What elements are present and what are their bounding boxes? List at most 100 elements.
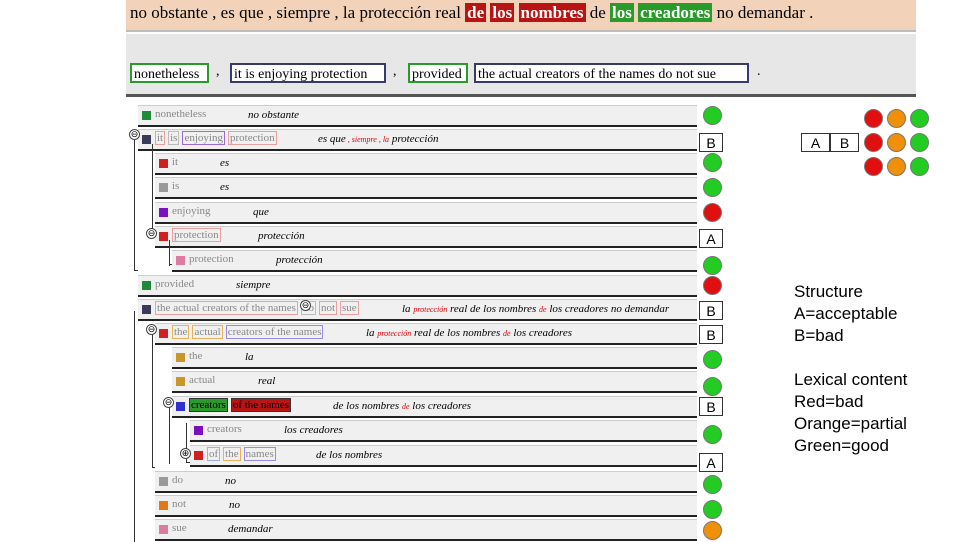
tree-row[interactable]: nonetheless no obstante (138, 105, 697, 127)
source-highlight: creadores (638, 3, 713, 22)
structure-label: A (699, 229, 723, 248)
lexical-status-dot (703, 276, 722, 295)
phrase-word: sue (172, 522, 187, 534)
target-separator: , (216, 64, 220, 79)
target-chunk[interactable]: nonetheless (130, 63, 209, 83)
source-phrase: it is enjoying protection (155, 131, 280, 145)
legend-lexical-orange: Orange=partial (794, 414, 907, 433)
toggle-icon[interactable]: ⊖ (146, 324, 157, 335)
toggle-icon[interactable]: ⊖ (300, 300, 311, 311)
lexical-status-dot (703, 203, 722, 222)
tree-connector (152, 467, 155, 468)
tree-row[interactable]: the actual creators of the namesdonotsue… (138, 299, 697, 321)
tree-row[interactable]: it is enjoying protection es que , siempre ,… (138, 129, 697, 151)
key-dot (887, 133, 906, 152)
source-highlight: los (490, 3, 515, 22)
translation-word: es que (318, 133, 346, 145)
phrase-word: protection (189, 253, 234, 265)
tree-row[interactable]: protection protección (172, 250, 697, 272)
tree-row[interactable]: sue demandar (155, 519, 697, 541)
color-swatch (194, 451, 203, 460)
color-swatch (159, 329, 168, 338)
tree-row[interactable]: do no (155, 471, 697, 493)
color-swatch (176, 353, 185, 362)
phrase-word: the (189, 350, 203, 362)
legend-lexical-red: Red=bad (794, 392, 864, 411)
tree-row[interactable]: creators of the names de los nombres de lo… (172, 396, 697, 418)
key-dot (864, 133, 883, 152)
translation-word: de (539, 305, 547, 314)
source-phrase: is (172, 180, 179, 192)
lexical-status-dot (703, 350, 722, 369)
legend-lexical-green: Green=good (794, 436, 889, 455)
target-separator: , (393, 64, 397, 79)
toggle-icon[interactable]: ⊖ (129, 129, 140, 140)
translation: la (245, 351, 254, 363)
tree-row[interactable]: the la (172, 347, 697, 369)
translation-word: los creadores no demandar (546, 303, 670, 315)
lexical-status-dot (703, 178, 722, 197)
toggle-icon[interactable]: ⊖ (146, 228, 157, 239)
phrase-word: not (318, 301, 338, 315)
translation-word: no obstante (248, 109, 300, 121)
translation: es (220, 181, 229, 193)
translation-word: no (229, 499, 240, 511)
translation: la protección real de los nombres de los… (366, 327, 572, 339)
translation-word: real de los nombres (447, 303, 539, 315)
target-chunk[interactable]: provided (408, 63, 468, 83)
tree-row[interactable]: actual real (172, 371, 697, 393)
source-phrase: the (189, 350, 202, 362)
translation-word: que (253, 206, 269, 218)
phrase-word: it (172, 156, 179, 168)
translation-word: protección (377, 329, 412, 338)
translation: protección (276, 254, 323, 266)
translation: de los nombres (316, 449, 382, 461)
lexical-status-dot (703, 153, 722, 172)
source-text: de (585, 3, 611, 22)
translation: que (253, 206, 269, 218)
tree-connector (152, 334, 153, 468)
source-phrase: enjoying (172, 205, 211, 217)
translation-word: de los nombres (316, 449, 383, 461)
phrase-word: not (172, 498, 187, 510)
key-dot (910, 133, 929, 152)
tree-row[interactable]: not no (155, 495, 697, 517)
translation-word: demandar (228, 523, 273, 535)
phrase-word: is (172, 180, 180, 192)
color-swatch (159, 159, 168, 168)
source-phrase: creators of the names (189, 398, 294, 412)
translation: no (229, 499, 240, 511)
legend-structure-title: Structure (794, 282, 863, 301)
phrase-word: actual (192, 325, 223, 339)
tree-row[interactable]: is es (155, 177, 697, 199)
source-phrase: the actual creators of the names (172, 325, 326, 339)
tree-connector (186, 462, 190, 463)
structure-label: A (699, 453, 723, 472)
phrase-word: is (168, 131, 180, 145)
phrase-word: the actual creators of the names (155, 301, 298, 315)
translation-word: los creadores (284, 424, 343, 436)
phrase-word: provided (155, 278, 195, 290)
source-phrase: protection (172, 228, 224, 242)
tree-row[interactable]: the actual creators of the names la protecc… (155, 323, 697, 345)
tree-row[interactable]: creators los creadores (190, 420, 697, 442)
target-chunk[interactable]: it is enjoying protection (230, 63, 386, 83)
phrase-word: creators (189, 398, 228, 412)
phrase-word: do (172, 474, 183, 486)
toggle-icon[interactable]: ⊖ (163, 397, 174, 408)
target-separator: . (757, 64, 761, 79)
tree-row[interactable]: of the names de los nombres (190, 445, 697, 467)
legend-lexical-title: Lexical content (794, 370, 908, 389)
tree-row[interactable]: enjoying que (155, 202, 697, 224)
tree-connector (134, 137, 135, 270)
source-phrase: actual (189, 374, 215, 386)
translation-word: los creadores (409, 400, 472, 412)
target-chunk[interactable]: the actual creators of the names do not … (474, 63, 749, 83)
phrase-word: the (172, 325, 190, 339)
toggle-icon[interactable]: ⊕ (180, 448, 191, 459)
tree-row[interactable]: provided siempre (138, 275, 697, 297)
tree-row[interactable]: protection protección (155, 226, 697, 248)
tree-row[interactable]: it es (155, 153, 697, 175)
source-phrase: sue (172, 522, 187, 534)
color-swatch (142, 111, 151, 120)
